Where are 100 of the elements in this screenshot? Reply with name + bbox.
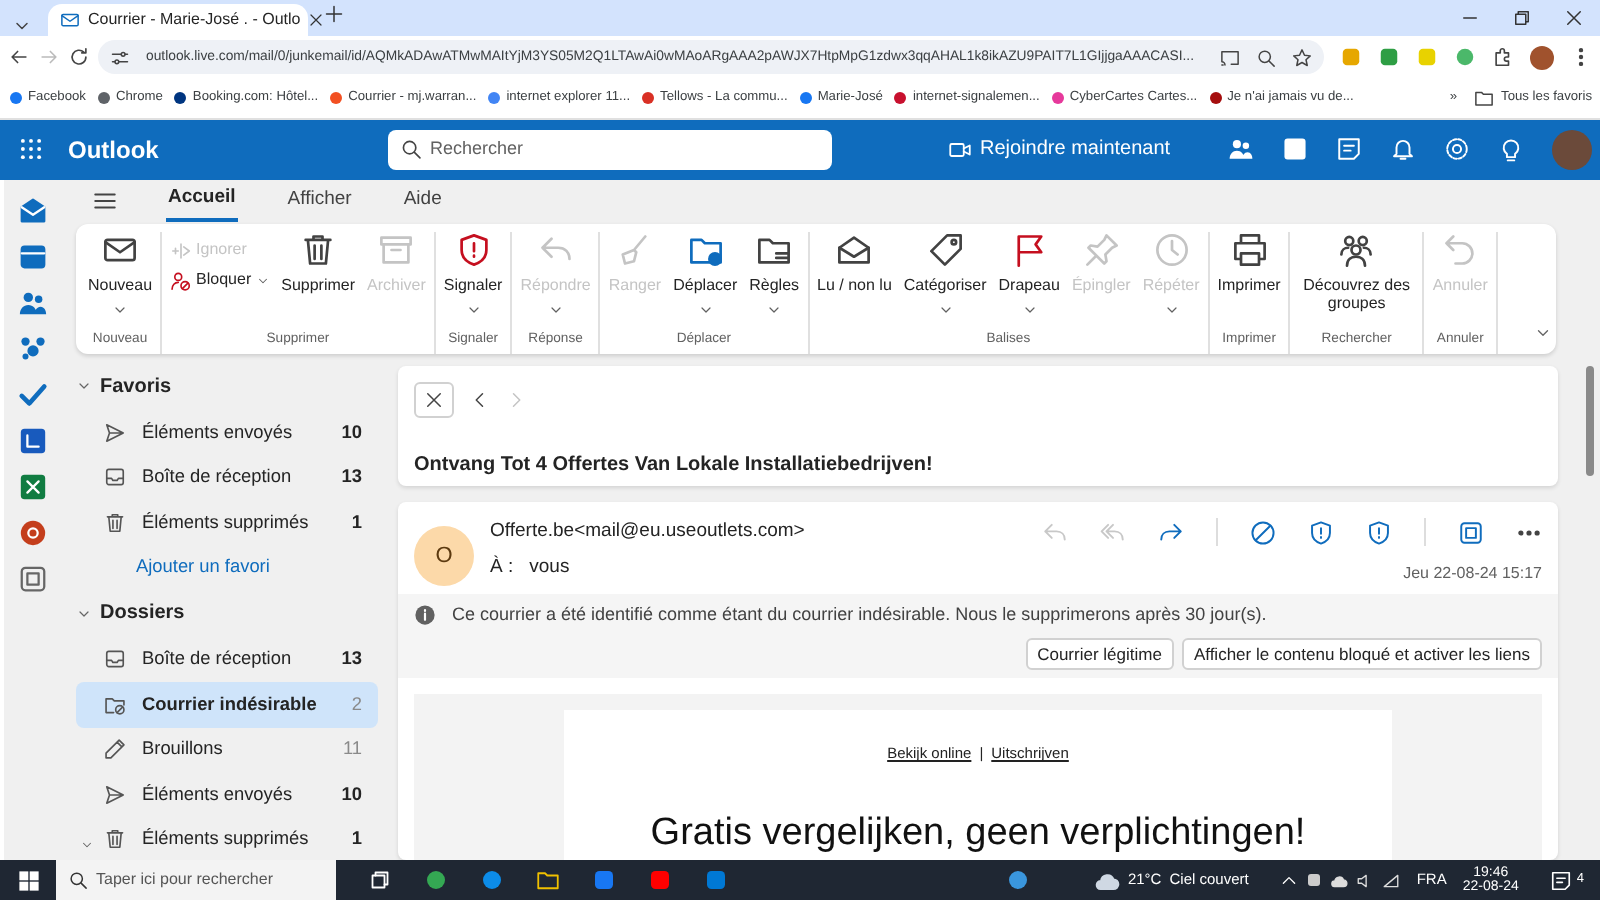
restore-icon[interactable]	[1512, 8, 1532, 28]
join-meeting-link[interactable]: Rejoindre maintenant	[980, 134, 1171, 165]
onedrive-icon[interactable]	[1330, 871, 1349, 889]
ribbon-tab[interactable]: Aide	[401, 182, 444, 220]
back-icon[interactable]	[8, 46, 30, 69]
app-name: Outlook	[68, 133, 161, 168]
people-icon[interactable]	[17, 287, 47, 318]
app-icon[interactable]	[648, 868, 672, 892]
screen-icon[interactable]	[1220, 47, 1240, 68]
pencil-icon	[104, 738, 126, 761]
trash-icon	[300, 231, 337, 268]
inbox-icon	[104, 648, 126, 671]
ribbon-button[interactable]: Bloquer	[168, 269, 272, 292]
ribbon-button[interactable]: Imprimer	[1215, 231, 1283, 294]
app-launcher-icon[interactable]	[17, 136, 43, 163]
ribbon-button[interactable]: Supprimer	[279, 231, 358, 294]
sender-avatar: O	[414, 526, 474, 587]
report-icon[interactable]	[1308, 519, 1334, 546]
close-icon	[424, 390, 444, 411]
app-icon[interactable]	[704, 868, 728, 892]
ribbon-button[interactable]: Nouveau	[86, 231, 155, 318]
app-icon[interactable]	[592, 868, 616, 892]
extension-icon[interactable]	[1378, 46, 1400, 69]
search-icon	[400, 138, 422, 161]
folder-item[interactable]: Boîte de réception 13	[76, 637, 378, 683]
notice-button[interactable]: Courrier légitime	[1025, 637, 1174, 671]
folder-item[interactable]: Éléments envoyés 10	[76, 772, 378, 818]
spreadsheet-icon[interactable]	[17, 471, 47, 502]
video-camera-icon[interactable]	[948, 137, 972, 162]
section-title[interactable]: Favoris	[100, 371, 172, 402]
profile-avatar[interactable]	[1530, 45, 1554, 70]
search-field[interactable]: Rechercher	[388, 129, 832, 170]
zoom-icon[interactable]	[1256, 47, 1276, 68]
tag-icon	[927, 231, 964, 268]
junk-folder-icon	[104, 693, 126, 716]
report-icon[interactable]	[1366, 519, 1392, 546]
ribbon-button[interactable]: Catégoriser	[901, 231, 989, 318]
block-icon[interactable]	[1250, 519, 1276, 546]
close-icon[interactable]	[1564, 8, 1584, 28]
ribbon-button[interactable]: Découvrez des groupes	[1296, 231, 1417, 312]
close-button[interactable]	[414, 382, 454, 419]
archive-icon	[378, 231, 415, 268]
person-block-icon	[170, 269, 193, 292]
network-icon[interactable]	[1382, 871, 1401, 889]
notifications-icon[interactable]	[1390, 136, 1416, 163]
ribbon-button[interactable]: Signaler	[441, 231, 505, 318]
bookmark-star-icon[interactable]	[1292, 47, 1312, 68]
folder-item[interactable]: Boîte de réception 13	[76, 455, 378, 501]
pin-icon	[1083, 231, 1120, 268]
message-subject: Ontvang Tot 4 Offertes Van Lokale Installatiebedrijven!	[414, 452, 935, 481]
email-headline: Gratis vergelijken, geen verplichtingen!	[650, 809, 1306, 858]
checkmark-icon[interactable]	[17, 379, 47, 410]
info-icon	[414, 604, 436, 627]
site-settings-icon[interactable]	[110, 47, 130, 68]
folder-icon[interactable]	[536, 868, 560, 892]
section-title[interactable]: Dossiers	[100, 598, 185, 629]
trash-icon	[104, 511, 126, 534]
mail-icon	[60, 10, 80, 30]
unread-count: 13	[341, 464, 362, 491]
unread-count: 10	[341, 419, 362, 446]
tray-icon[interactable]	[1306, 872, 1323, 888]
tray-expand-icon[interactable]	[1280, 871, 1299, 889]
forward-icon[interactable]	[1158, 519, 1184, 546]
ribbon-button[interactable]: Drapeau	[996, 231, 1062, 318]
folder-item[interactable]: Brouillons 11	[76, 727, 378, 773]
sender-address[interactable]: Offerte.be<mail@eu.useoutlets.com>	[490, 518, 805, 547]
todo-note-icon[interactable]	[1336, 136, 1362, 163]
tips-icon[interactable]	[1498, 136, 1524, 163]
mail-icon[interactable]	[17, 195, 47, 226]
ribbon-button[interactable]: Règles	[747, 231, 802, 318]
apps-icon[interactable]	[1458, 519, 1484, 546]
notification-icon[interactable]	[1550, 869, 1573, 891]
notice-button[interactable]: Afficher le contenu bloqué et activer les liens	[1181, 637, 1542, 671]
groups-icon[interactable]	[17, 333, 47, 364]
new-tab-icon[interactable]	[324, 4, 344, 25]
trash-icon	[104, 828, 126, 851]
inbox-icon	[104, 466, 126, 489]
task-view-icon[interactable]	[368, 868, 392, 892]
start-icon[interactable]	[17, 869, 39, 891]
ribbon-button[interactable]: Déplacer	[671, 231, 740, 318]
recipient-name: vous	[529, 554, 570, 583]
ribbon-button[interactable]: Lu / non lu	[815, 231, 894, 294]
puzzle-icon[interactable]	[1492, 46, 1514, 69]
unread-count: 10	[341, 781, 362, 808]
add-favorite-link[interactable]: Ajouter un favori	[136, 553, 270, 582]
reload-icon[interactable]	[68, 46, 90, 69]
unread-count: 1	[351, 509, 362, 536]
folder-item[interactable]: Courrier indésirable 2	[76, 682, 378, 728]
folder-item[interactable]: Éléments supprimés 1	[76, 500, 378, 546]
unread-count: 1	[351, 826, 362, 853]
apps-icon[interactable]	[17, 563, 47, 594]
settings-icon[interactable]	[1444, 136, 1470, 163]
ribbon-tab[interactable]: Afficher	[285, 182, 354, 220]
taskbar-search-field[interactable]: Taper ici pour rechercher	[56, 860, 336, 900]
chevron-icon[interactable]	[80, 837, 94, 852]
folder-item[interactable]: Éléments supprimés 1	[76, 817, 378, 863]
calendar-icon[interactable]	[17, 241, 47, 272]
folder-item[interactable]: Éléments envoyés 10	[76, 410, 378, 456]
unread-count: 2	[351, 691, 362, 718]
close-icon[interactable]	[308, 12, 325, 28]
